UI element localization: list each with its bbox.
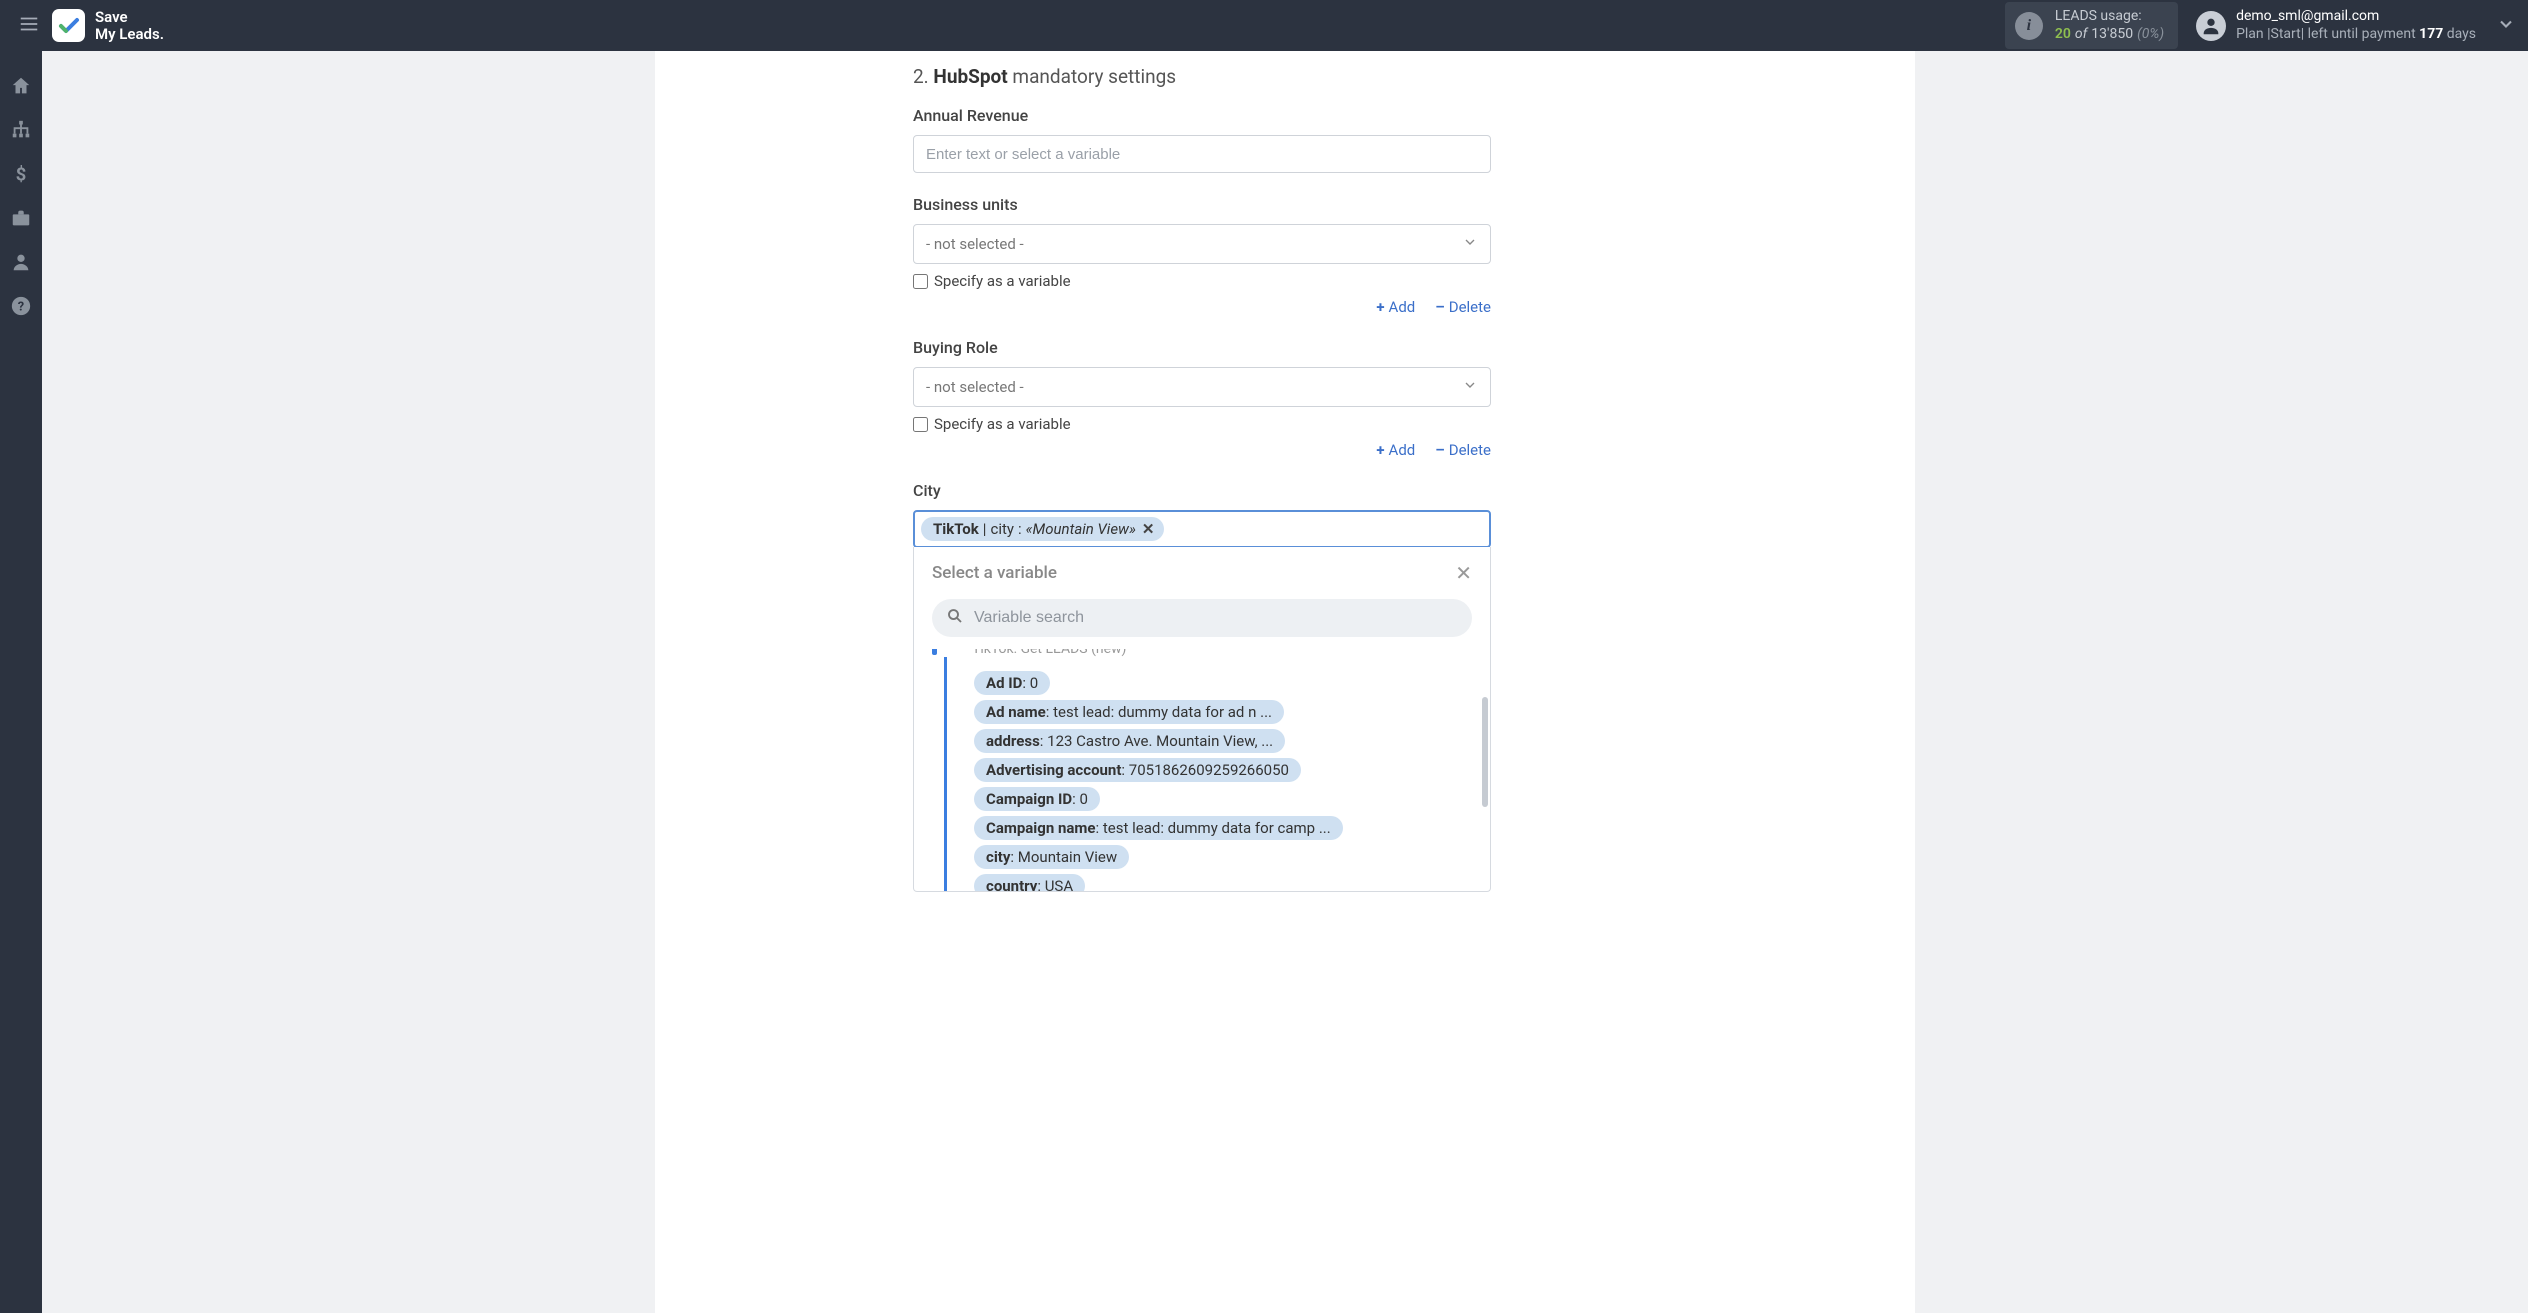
chevron-down-icon [1462,377,1478,397]
dropdown-title: Select a variable [932,563,1057,583]
buying-role-label: Buying Role [913,338,1491,357]
buying-role-add[interactable]: +Add [1376,441,1415,459]
menu-toggle[interactable] [12,7,46,45]
account-plan: Plan |Start| left until payment 177 days [2236,26,2476,44]
connections-icon[interactable] [8,117,34,143]
city-label: City [913,481,1491,500]
business-units-select[interactable]: - not selected - [913,224,1491,264]
annual-revenue-label: Annual Revenue [913,106,1491,125]
dropdown-close-icon[interactable]: ✕ [1455,561,1472,585]
variable-option[interactable]: address: 123 Castro Ave. Mountain View, … [974,729,1285,753]
variable-option[interactable]: Campaign ID: 0 [974,787,1100,811]
variable-option[interactable]: Ad ID: 0 [974,671,1050,695]
brand-logo[interactable]: Save My Leads. [52,9,164,42]
variable-option[interactable]: Ad name: test lead: dummy data for ad n … [974,700,1284,724]
sidebar: $ ? [0,51,42,1313]
annual-revenue-input[interactable] [913,135,1491,173]
business-units-label: Business units [913,195,1491,214]
svg-text:?: ? [18,300,24,315]
search-icon [946,607,964,629]
item-indicator-icon [944,657,947,891]
buying-role-select[interactable]: - not selected - [913,367,1491,407]
logo-mark-icon [52,9,85,42]
chevron-down-icon [1462,234,1478,254]
variable-search-input[interactable] [932,599,1472,637]
help-icon[interactable]: ? [8,293,34,319]
home-icon[interactable] [8,73,34,99]
group-indicator-icon [932,649,937,655]
billing-icon[interactable]: $ [8,161,34,187]
section-title: 2. HubSpot mandatory settings [913,65,1491,88]
svg-text:$: $ [16,164,27,185]
variable-option[interactable]: Advertising account: 7051862609259266050 [974,758,1301,782]
usage-widget[interactable]: i LEADS usage: 20 of 13'850 (0%) [2005,2,2178,49]
account-widget[interactable]: demo_sml@gmail.com Plan |Start| left unt… [2196,8,2476,43]
profile-icon[interactable] [8,249,34,275]
usage-pct: (0%) [2137,26,2164,44]
briefcase-icon[interactable] [8,205,34,231]
brand-text: Save My Leads. [95,9,164,42]
business-units-delete[interactable]: –Delete [1435,298,1491,316]
variable-option[interactable]: city: Mountain View [974,845,1129,869]
business-units-add[interactable]: +Add [1376,298,1415,316]
usage-total: 13'850 [2091,26,2133,44]
scrollbar-thumb[interactable] [1482,697,1488,807]
city-input[interactable]: TikTok | city: «Mountain View» ✕ [913,510,1491,548]
usage-of: of [2075,26,2087,44]
variable-group-label: TikTok: Get LEADS (new) [972,649,1472,657]
variable-option[interactable]: country: USA [974,874,1085,891]
buying-role-specify-checkbox[interactable] [913,417,928,432]
account-email: demo_sml@gmail.com [2236,8,2476,26]
city-variable-tag: TikTok | city: «Mountain View» ✕ [921,517,1164,541]
buying-role-specify-label[interactable]: Specify as a variable [934,415,1071,433]
buying-role-delete[interactable]: –Delete [1435,441,1491,459]
variable-option[interactable]: Campaign name: test lead: dummy data for… [974,816,1343,840]
usage-used: 20 [2055,26,2071,44]
business-units-specify-label[interactable]: Specify as a variable [934,272,1071,290]
variable-dropdown: Select a variable ✕ TikTok: Get LEADS (n… [913,547,1491,892]
expand-icon[interactable] [2496,14,2516,38]
avatar-icon [2196,11,2226,41]
business-units-specify-checkbox[interactable] [913,274,928,289]
info-icon: i [2015,12,2043,40]
tag-remove-icon[interactable]: ✕ [1142,520,1155,538]
usage-label: LEADS usage: [2055,8,2164,26]
